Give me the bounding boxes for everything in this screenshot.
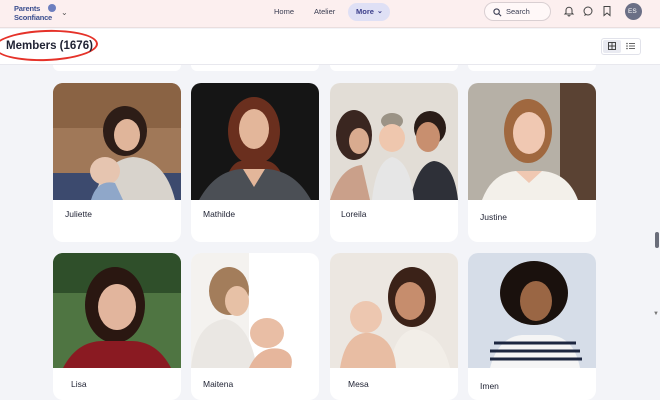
search-icon xyxy=(493,8,502,17)
grid-view-button[interactable] xyxy=(603,40,621,53)
nav-home-link[interactable]: Home xyxy=(274,7,294,16)
member-card[interactable]: Loreila xyxy=(330,83,458,242)
avatar-initials: ES xyxy=(628,8,637,15)
member-name[interactable]: Mesa xyxy=(348,379,369,389)
member-card-bottom xyxy=(330,65,458,71)
scroll-down-arrow-icon[interactable]: ▼ xyxy=(653,311,659,317)
chevron-down-icon[interactable]: ⌄ xyxy=(61,8,68,17)
member-card-bottom xyxy=(191,65,319,71)
list-view-icon[interactable] xyxy=(626,42,635,50)
member-card[interactable]: Imen xyxy=(468,253,596,400)
member-card[interactable]: Justine xyxy=(468,83,596,242)
bookmark-icon[interactable] xyxy=(601,5,613,17)
mother-with-baby-photo xyxy=(330,253,458,368)
members-header: Members (1676) xyxy=(0,28,660,65)
search-button[interactable]: Search xyxy=(484,2,551,21)
member-card[interactable]: Mathilde xyxy=(191,83,319,242)
chevron-down-icon: ⌄ xyxy=(377,8,383,15)
member-card[interactable]: Mesa xyxy=(330,253,458,400)
bell-icon[interactable] xyxy=(563,5,575,17)
grid-view-icon xyxy=(608,42,616,50)
mother-with-baby-photo xyxy=(53,83,181,200)
woman-curly-hair-photo xyxy=(468,253,596,368)
member-name[interactable]: Imen xyxy=(480,381,499,391)
mother-newborn-photo xyxy=(191,253,319,368)
nav-more-label: More xyxy=(356,7,374,16)
user-avatar[interactable]: ES xyxy=(625,3,642,20)
chat-icon[interactable] xyxy=(582,5,594,17)
logo-mark-icon xyxy=(48,4,56,12)
member-card-bottom xyxy=(53,65,181,71)
member-name[interactable]: Maitena xyxy=(203,379,233,389)
member-card[interactable]: Lisa xyxy=(53,253,181,400)
family-kiss-photo xyxy=(330,83,458,200)
woman-smiling-photo xyxy=(468,83,596,200)
view-toggle xyxy=(601,38,641,55)
top-navigation: Parents Sconfiance ⌄ Home Atelier More ⌄… xyxy=(0,0,660,28)
member-name[interactable]: Mathilde xyxy=(203,209,235,219)
member-name[interactable]: Juliette xyxy=(65,209,92,219)
page-title: Members (1676) xyxy=(6,40,93,52)
logo-line-1: Parents xyxy=(14,4,41,13)
member-name[interactable]: Justine xyxy=(480,212,507,222)
logo-line-2: Sconfiance xyxy=(14,13,53,22)
member-name[interactable]: Loreila xyxy=(341,209,367,219)
woman-portrait-photo xyxy=(191,83,319,200)
member-card[interactable]: Maitena xyxy=(191,253,319,400)
search-label: Search xyxy=(506,7,530,16)
woman-smiling-photo xyxy=(53,253,181,368)
member-card[interactable]: Juliette xyxy=(53,83,181,242)
page-scrollbar-thumb[interactable] xyxy=(655,232,659,248)
member-card-bottom xyxy=(468,65,596,71)
site-logo[interactable]: Parents Sconfiance xyxy=(12,3,58,25)
nav-atelier-link[interactable]: Atelier xyxy=(314,7,335,16)
nav-more-button[interactable]: More ⌄ xyxy=(348,3,390,21)
member-name[interactable]: Lisa xyxy=(71,379,87,389)
